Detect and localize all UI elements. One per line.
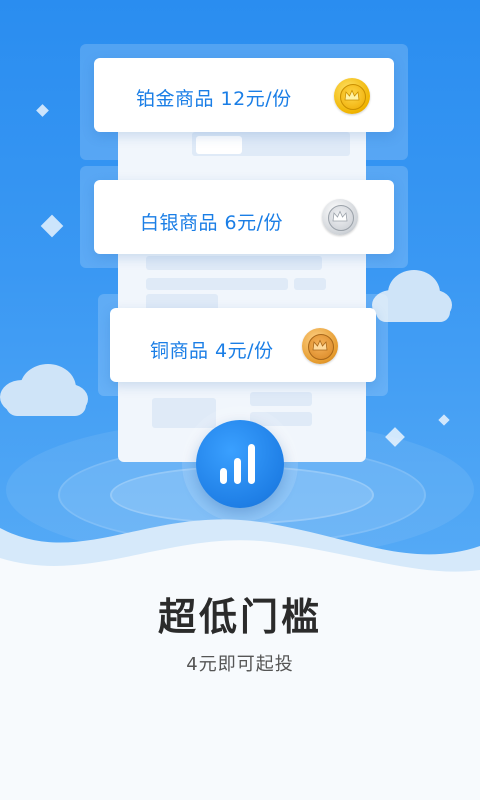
phone-placeholder-block — [146, 256, 322, 270]
sparkle-diamond-icon — [36, 104, 49, 117]
product-label-bronze: 铜商品 4元/份 — [150, 340, 274, 362]
page-subtitle: 4元即可起投 — [186, 654, 294, 675]
bronze-crown-coin-icon — [302, 328, 338, 364]
product-card-silver: 白银商品 6元/份 — [94, 180, 394, 254]
phone-placeholder-block — [152, 398, 216, 428]
phone-placeholder-block — [146, 278, 288, 290]
product-label-platinum: 铂金商品 12元/份 — [136, 88, 292, 110]
gold-crown-coin-icon — [334, 78, 370, 114]
product-card-bronze: 铜商品 4元/份 — [110, 308, 376, 382]
product-label-silver: 白银商品 6元/份 — [140, 212, 284, 234]
silver-crown-coin-icon — [322, 199, 358, 235]
onboarding-screen: 铂金商品 12元/份 白银商品 6元/份 铜商品 4元/份 超低门槛 4元即可起… — [0, 0, 480, 800]
phone-placeholder-block — [196, 136, 242, 154]
sparkle-diamond-icon — [40, 214, 64, 238]
sparkle-diamond-icon — [438, 414, 450, 426]
chart-bar — [220, 468, 227, 484]
product-card-platinum: 铂金商品 12元/份 — [94, 58, 394, 132]
chart-bar — [234, 458, 241, 484]
page-title: 超低门槛 — [157, 595, 322, 639]
phone-mockup — [118, 80, 366, 462]
phone-placeholder-block — [294, 278, 326, 290]
phone-placeholder-block — [250, 392, 312, 406]
chart-bar — [248, 444, 255, 484]
cloud-icon — [0, 360, 90, 420]
bar-chart-icon — [196, 420, 284, 508]
